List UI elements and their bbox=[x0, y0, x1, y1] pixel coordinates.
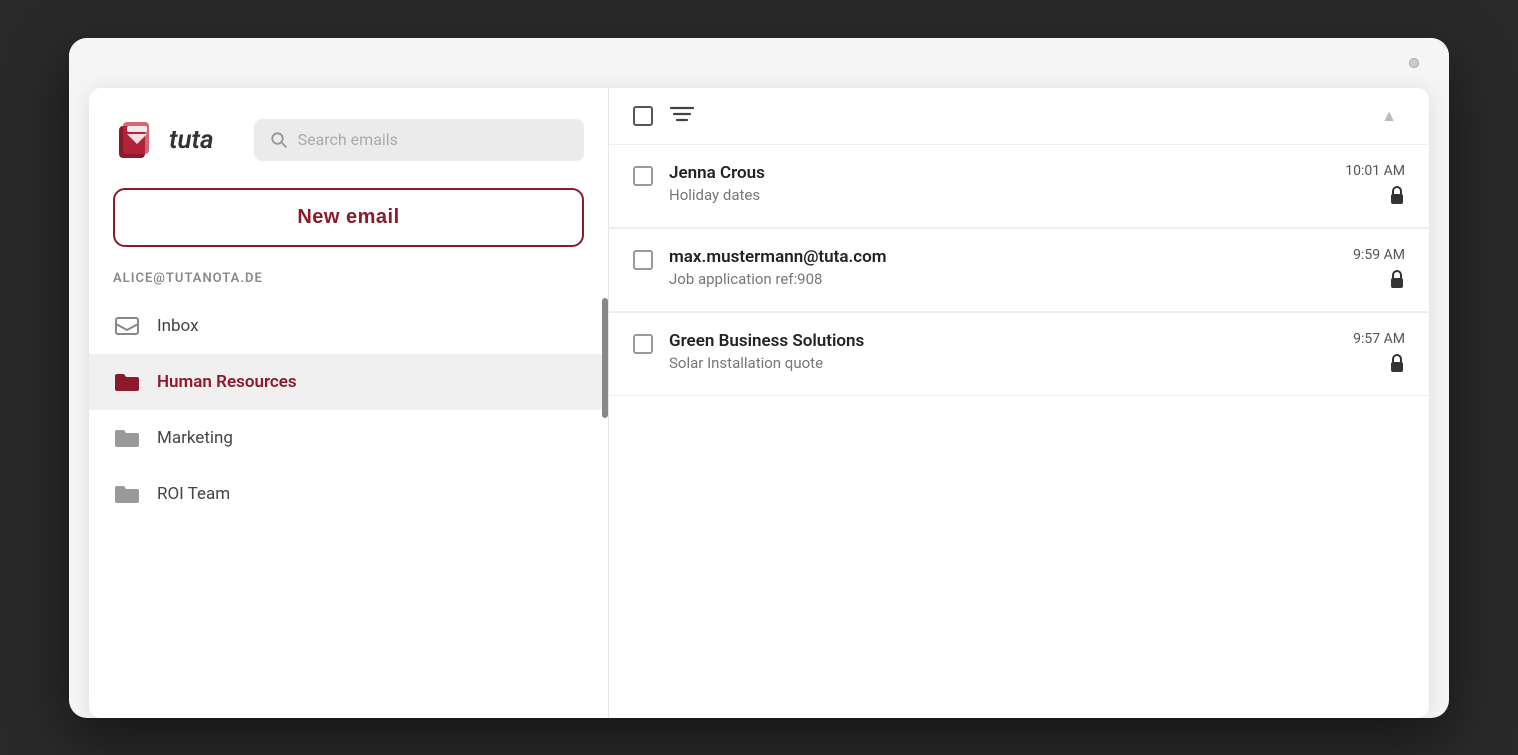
app-container: tuta Search emails New email ALICE@TUTAN… bbox=[89, 88, 1429, 718]
email-meta-2: 9:57 AM bbox=[1353, 331, 1405, 377]
sidebar-item-human-resources[interactable]: Human Resources bbox=[89, 354, 608, 410]
email-subject-1: Job application ref:908 bbox=[669, 270, 1337, 288]
email-subject-0: Holiday dates bbox=[669, 186, 1329, 204]
email-checkbox-1[interactable] bbox=[633, 250, 653, 270]
main-content: ▲ Jenna Crous Holiday dates 10:01 AM bbox=[609, 88, 1429, 718]
email-body-2: Green Business Solutions Solar Installat… bbox=[669, 331, 1337, 372]
email-sender-1: max.mustermann@tuta.com bbox=[669, 247, 1337, 267]
lock-icon-0 bbox=[1389, 185, 1405, 209]
email-item-0[interactable]: Jenna Crous Holiday dates 10:01 AM bbox=[609, 145, 1429, 228]
inbox-icon bbox=[113, 312, 141, 340]
sidebar: tuta Search emails New email ALICE@TUTAN… bbox=[89, 88, 609, 718]
logo-text: tuta bbox=[169, 125, 214, 155]
collapse-indicator: ▲ bbox=[1381, 106, 1397, 126]
email-sender-0: Jenna Crous bbox=[669, 163, 1329, 183]
email-checkbox-0[interactable] bbox=[633, 166, 653, 186]
folder-gray-roi-icon bbox=[113, 480, 141, 508]
sidebar-item-inbox[interactable]: Inbox bbox=[89, 298, 608, 354]
search-icon bbox=[270, 131, 288, 149]
search-placeholder: Search emails bbox=[298, 130, 398, 149]
account-label: ALICE@TUTANOTA.DE bbox=[89, 263, 608, 298]
filter-icon[interactable] bbox=[669, 104, 695, 128]
email-time-0: 10:01 AM bbox=[1345, 163, 1405, 179]
top-bar bbox=[69, 38, 1449, 88]
nav-items: Inbox Human Resources bbox=[89, 298, 608, 718]
sidebar-item-roi-team[interactable]: ROI Team bbox=[89, 466, 608, 522]
new-email-button[interactable]: New email bbox=[113, 188, 584, 247]
device-frame: tuta Search emails New email ALICE@TUTAN… bbox=[69, 38, 1449, 718]
email-subject-2: Solar Installation quote bbox=[669, 354, 1337, 372]
email-meta-0: 10:01 AM bbox=[1345, 163, 1405, 209]
email-checkbox-2[interactable] bbox=[633, 334, 653, 354]
logo-area: tuta bbox=[113, 116, 214, 164]
email-item-2[interactable]: Green Business Solutions Solar Installat… bbox=[609, 313, 1429, 396]
email-meta-1: 9:59 AM bbox=[1353, 247, 1405, 293]
sidebar-item-human-resources-label: Human Resources bbox=[157, 372, 297, 392]
sidebar-item-marketing-label: Marketing bbox=[157, 428, 233, 448]
lock-icon-1 bbox=[1389, 269, 1405, 293]
folder-gray-marketing-icon bbox=[113, 424, 141, 452]
lock-icon-2 bbox=[1389, 353, 1405, 377]
email-sender-2: Green Business Solutions bbox=[669, 331, 1337, 351]
email-body-1: max.mustermann@tuta.com Job application … bbox=[669, 247, 1337, 288]
email-time-2: 9:57 AM bbox=[1353, 331, 1405, 347]
camera-dot bbox=[1409, 58, 1419, 68]
tuta-logo-icon bbox=[113, 116, 161, 164]
scroll-track bbox=[602, 298, 608, 718]
email-time-1: 9:59 AM bbox=[1353, 247, 1405, 263]
sidebar-header: tuta Search emails bbox=[89, 88, 608, 184]
search-bar[interactable]: Search emails bbox=[254, 119, 584, 161]
sidebar-item-marketing[interactable]: Marketing bbox=[89, 410, 608, 466]
select-all-checkbox[interactable] bbox=[633, 106, 653, 126]
email-body-0: Jenna Crous Holiday dates bbox=[669, 163, 1329, 204]
sidebar-item-inbox-label: Inbox bbox=[157, 316, 199, 336]
email-list-header: ▲ bbox=[609, 88, 1429, 145]
folder-red-icon bbox=[113, 368, 141, 396]
email-item-1[interactable]: max.mustermann@tuta.com Job application … bbox=[609, 229, 1429, 312]
sidebar-item-roi-team-label: ROI Team bbox=[157, 484, 230, 504]
scroll-thumb[interactable] bbox=[602, 298, 608, 418]
